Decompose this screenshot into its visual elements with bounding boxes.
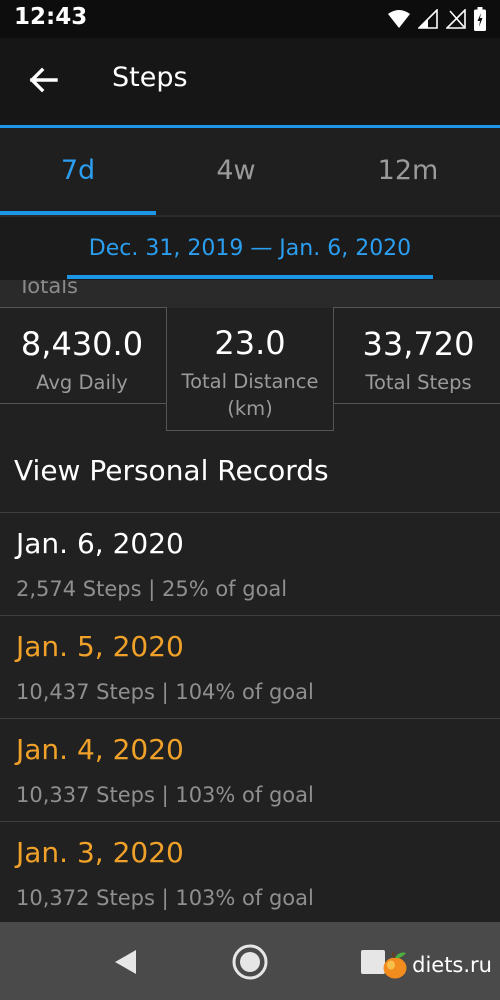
status-time: 12:43 (14, 4, 88, 30)
day-row[interactable]: Jan. 6, 2020 2,574 Steps | 25% of goal (0, 513, 500, 616)
totals-heading: Totals (18, 280, 78, 298)
total-distance-value: 23.0 (214, 324, 286, 362)
total-distance-unit: (km) (227, 397, 273, 420)
avg-daily-value: 8,430.0 (20, 325, 144, 363)
day-row[interactable]: Jan. 5, 2020 10,437 Steps | 104% of goal (0, 616, 500, 719)
day-date: Jan. 5, 2020 (16, 630, 184, 663)
day-row[interactable]: Jan. 4, 2020 10,337 Steps | 103% of goal (0, 719, 500, 822)
date-range-underline (67, 275, 433, 279)
nav-home-icon[interactable] (231, 943, 269, 981)
avg-daily-label: Avg Daily (36, 371, 128, 394)
total-steps-label: Total Steps (365, 371, 472, 394)
date-range-label: Dec. 31, 2019 — Jan. 6, 2020 (88, 236, 412, 261)
nav-back-icon[interactable] (112, 948, 138, 976)
signal-icon (418, 9, 438, 29)
status-bar: 12:43 (0, 0, 500, 38)
page-title: Steps (112, 62, 188, 93)
stat-avg-daily: 8,430.0 Avg Daily (0, 307, 167, 404)
day-row[interactable]: Jan. 3, 2020 10,372 Steps | 103% of goal (0, 822, 500, 925)
total-steps-value: 33,720 (362, 325, 475, 363)
day-detail: 10,437 Steps | 104% of goal (16, 680, 314, 704)
tab-7d[interactable]: 7d (0, 155, 156, 186)
day-detail: 10,372 Steps | 103% of goal (16, 886, 314, 910)
stat-total-steps: 33,720 Total Steps (333, 307, 500, 404)
day-detail: 10,337 Steps | 103% of goal (16, 783, 314, 807)
battery-icon (474, 7, 486, 31)
totals-header: Totals (0, 280, 500, 308)
period-tabs: 7d 4w 12m (0, 128, 500, 216)
watermark-text: diets.ru (412, 953, 492, 977)
tab-4w[interactable]: 4w (156, 155, 316, 186)
view-personal-records-link[interactable]: View Personal Records (14, 454, 329, 487)
total-distance-label: Total Distance (181, 370, 319, 393)
status-icons (388, 6, 486, 32)
date-range-selector[interactable]: Dec. 31, 2019 — Jan. 6, 2020 (0, 217, 500, 280)
back-arrow-icon[interactable] (24, 60, 64, 100)
app-bar: Steps (0, 38, 500, 126)
day-detail: 2,574 Steps | 25% of goal (16, 577, 288, 601)
wifi-icon (388, 10, 410, 28)
fruit-logo-icon (383, 951, 407, 979)
tab-12m[interactable]: 12m (316, 155, 500, 186)
signal-icon-2 (446, 9, 466, 29)
day-date: Jan. 6, 2020 (16, 527, 184, 560)
watermark: diets.ru (381, 950, 492, 980)
day-date: Jan. 4, 2020 (16, 733, 184, 766)
stat-total-distance: 23.0 Total Distance (km) (166, 307, 334, 431)
day-date: Jan. 3, 2020 (16, 836, 184, 869)
